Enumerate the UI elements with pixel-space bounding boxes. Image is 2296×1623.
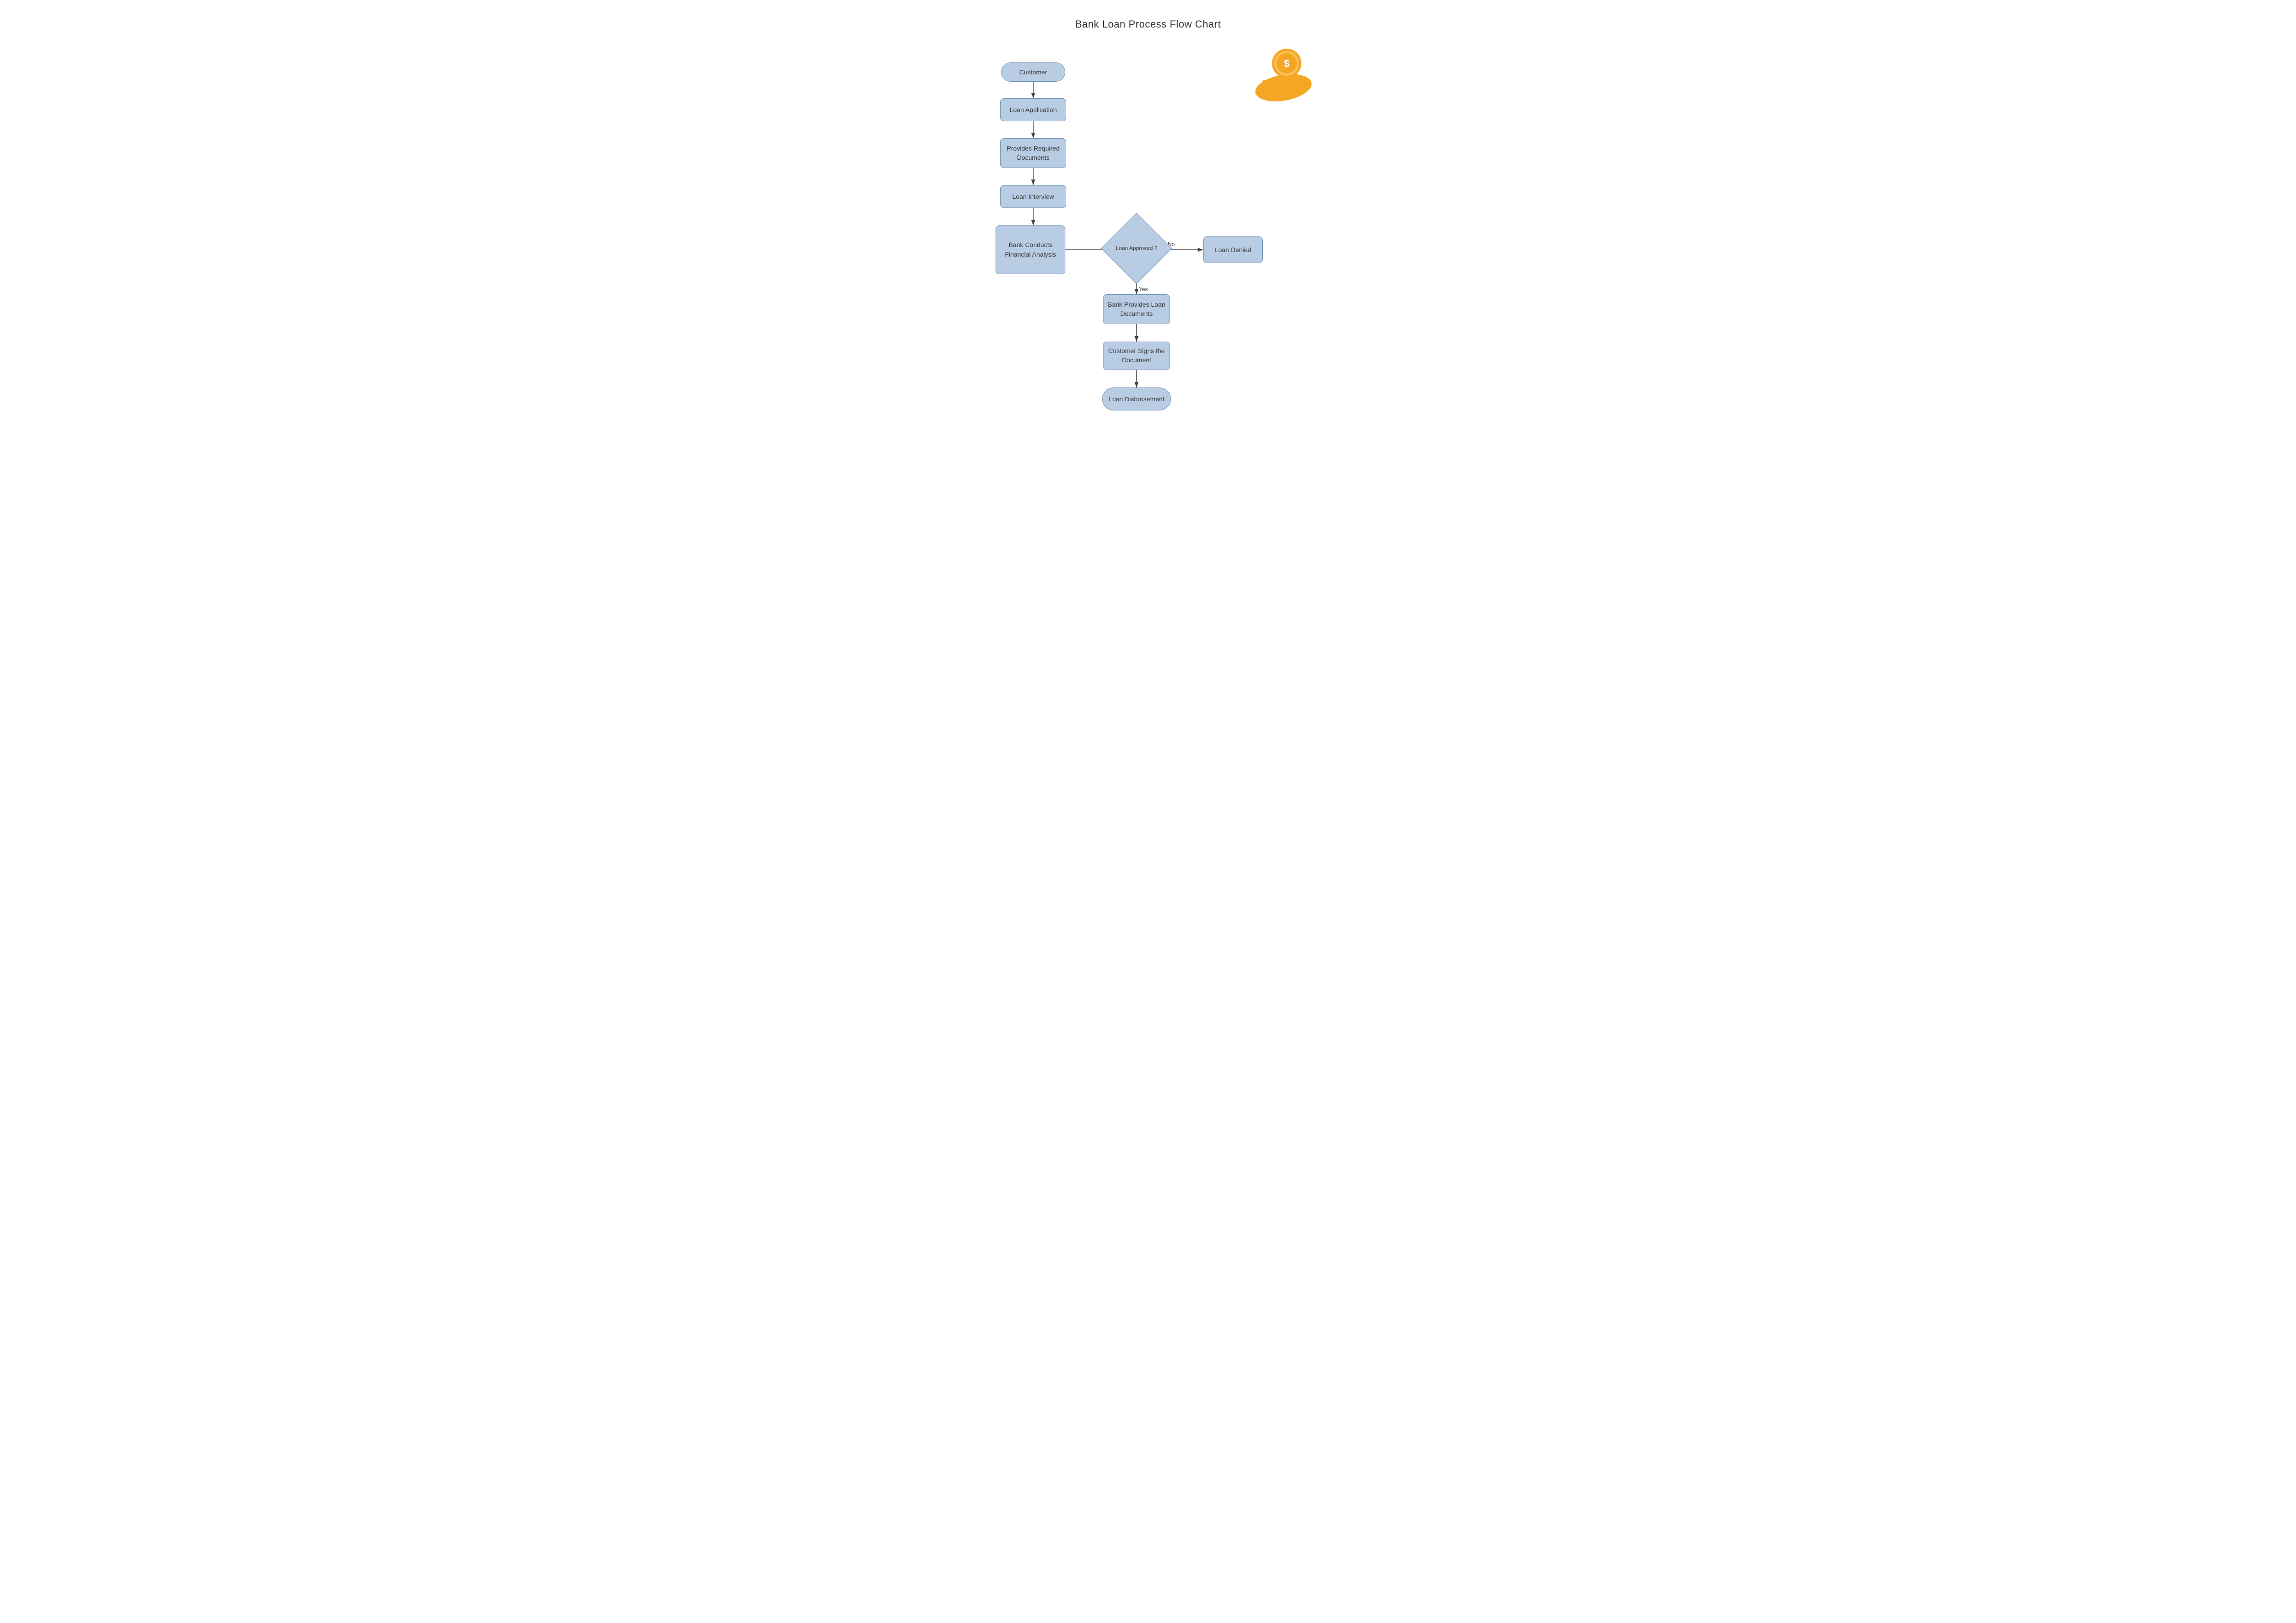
loan-application-node: Loan Application <box>1000 98 1066 121</box>
loan-interview-node: Loan Interview <box>1000 185 1066 208</box>
loan-denied-label: Loan Denied <box>1215 246 1251 253</box>
customer-label: Customer <box>1019 68 1047 76</box>
loan-approved-diamond: Loan Approved ? <box>1101 213 1172 284</box>
bank-analysis-label: Bank Conducts Financial Analysis <box>996 240 1065 259</box>
loan-disbursement-label: Loan Disbursement <box>1109 395 1164 403</box>
bank-analysis-node: Bank Conducts Financial Analysis <box>996 225 1065 274</box>
flowchart-area: $ No Yes <box>941 44 1355 457</box>
loan-disbursement-node: Loan Disbursement <box>1102 387 1171 410</box>
provides-documents-label: Provides Required Documents <box>1001 144 1066 162</box>
loan-denied-node: Loan Denied <box>1203 236 1263 263</box>
money-hand-icon: $ <box>1249 44 1318 104</box>
bank-provides-docs-node: Bank Provides Loan Documents <box>1103 294 1170 324</box>
loan-interview-label: Loan Interview <box>1012 193 1054 200</box>
svg-text:$: $ <box>1284 58 1289 69</box>
customer-node: Customer <box>1001 62 1065 82</box>
loan-application-label: Loan Application <box>1010 106 1057 113</box>
bank-provides-docs-label: Bank Provides Loan Documents <box>1103 300 1170 318</box>
customer-signs-node: Customer Signs the Document <box>1103 342 1170 370</box>
loan-approved-label: Loan Approved ? <box>1116 245 1158 252</box>
page-container: Bank Loan Process Flow Chart $ <box>941 18 1355 457</box>
provides-documents-node: Provides Required Documents <box>1000 138 1066 168</box>
svg-text:Yes: Yes <box>1139 286 1148 292</box>
page-title: Bank Loan Process Flow Chart <box>941 18 1355 30</box>
customer-signs-label: Customer Signs the Document <box>1103 347 1170 365</box>
